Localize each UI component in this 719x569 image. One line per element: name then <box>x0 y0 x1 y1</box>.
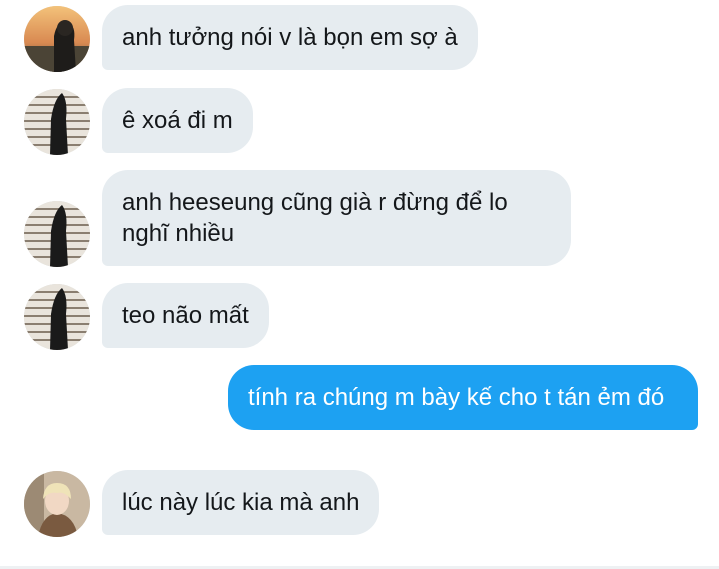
avatar[interactable] <box>24 6 90 72</box>
message-bubble[interactable]: anh heeseung cũng già r đừng để lo nghĩ … <box>102 170 571 266</box>
avatar[interactable] <box>24 201 90 267</box>
message-bubble[interactable]: lúc này lúc kia mà anh <box>102 470 380 535</box>
avatar-window-silhouette-icon <box>24 89 90 155</box>
avatar-window-silhouette-icon <box>24 201 90 267</box>
message-bubble[interactable]: ê xoá đi m <box>102 88 253 153</box>
message-thread: anh tưởng nói v là bọn em sợ à ê xoá đi … <box>0 0 719 569</box>
avatar-blond-person-icon <box>24 471 90 537</box>
message-bubble[interactable]: teo não mất <box>102 283 269 348</box>
avatar-window-silhouette-icon <box>24 284 90 350</box>
avatar[interactable] <box>24 89 90 155</box>
avatar[interactable] <box>24 471 90 537</box>
message-bubble[interactable]: anh tưởng nói v là bọn em sợ à <box>102 5 478 70</box>
message-bubble-outgoing[interactable]: tính ra chúng m bày kế cho t tán ẻm đó <box>228 365 698 430</box>
avatar[interactable] <box>24 284 90 350</box>
avatar-sunset-photo-icon <box>24 6 90 72</box>
